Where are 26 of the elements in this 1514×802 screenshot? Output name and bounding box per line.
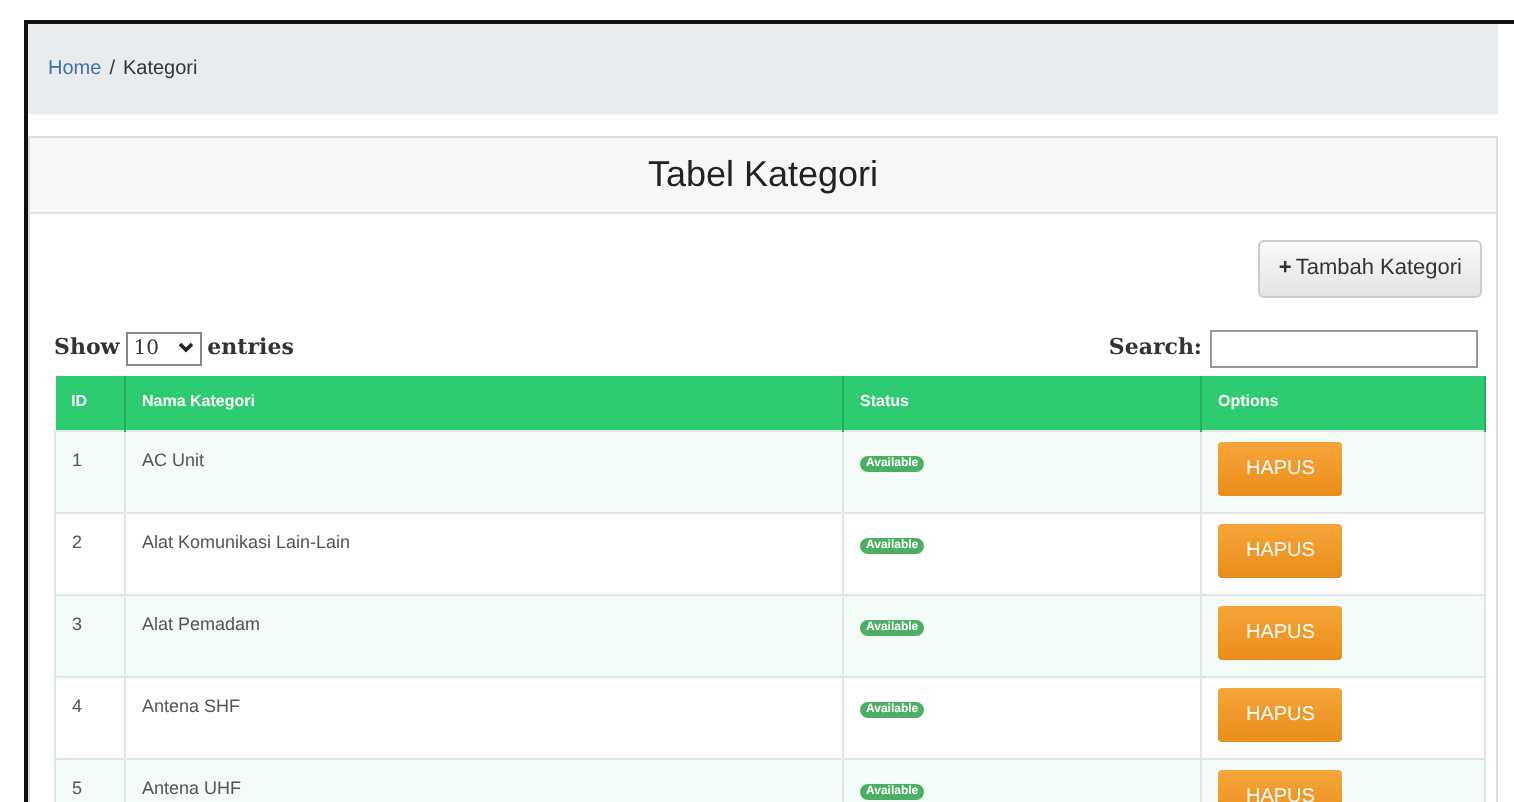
add-category-button[interactable]: + Tambah Kategori [1258, 240, 1482, 297]
breadcrumb-link[interactable]: Home [48, 54, 102, 84]
breadcrumb-current: Kategori [122, 56, 198, 84]
column-header: Nama Kategori [125, 375, 843, 431]
table-cell: Alat Pemadam [125, 595, 843, 677]
table-cell: 5 [55, 759, 125, 802]
table-cell: 3 [55, 595, 125, 677]
table-cell: AC Unit [125, 431, 843, 513]
delete-button[interactable]: HAPUS [1218, 442, 1343, 496]
delete-button[interactable]: HAPUS [1218, 606, 1343, 660]
table-cell: Antena UHF [125, 759, 843, 802]
delete-button[interactable]: HAPUS [1218, 524, 1343, 578]
column-header: Options [1201, 375, 1485, 431]
search-label: Search: [1108, 331, 1202, 364]
column-header: ID [55, 375, 125, 431]
column-header: Status [843, 375, 1201, 431]
search-field[interactable] [1210, 329, 1478, 367]
table-cell: 1 [55, 431, 125, 513]
caret-icon [177, 341, 194, 354]
delete-button[interactable]: HAPUS [1218, 688, 1343, 742]
show-label: Show [54, 331, 120, 364]
entries-select[interactable]: 10 [125, 331, 202, 365]
delete-button[interactable]: HAPUS [1218, 770, 1343, 802]
entries-label: entries [207, 331, 294, 364]
breadcrumb-separator: / [109, 56, 115, 84]
card-title: Tabel Kategori [647, 152, 879, 198]
